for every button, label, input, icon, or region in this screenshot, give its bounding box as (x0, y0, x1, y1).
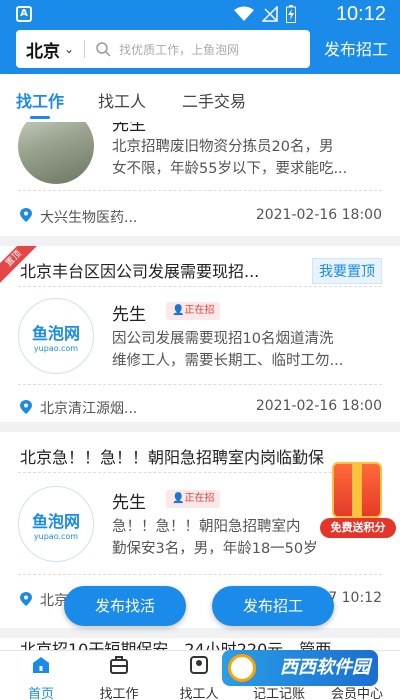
system-icons (234, 5, 296, 23)
job-title: 北京丰台区因公司发展需要现招... (20, 262, 260, 281)
wifi-icon (234, 6, 254, 21)
post-recruit-fab-button[interactable]: 发布招工 (212, 586, 334, 626)
post-recruit-button[interactable]: 发布招工 (324, 36, 388, 60)
location-pin-icon (20, 592, 32, 606)
gift-label: 免费送积分 (320, 518, 396, 538)
poster-name: 先生 (112, 493, 146, 513)
clock: 10:12 (335, 3, 386, 25)
status-badge: 👤正在招 (166, 302, 221, 320)
post-date: 2021-02-16 18:00 (255, 398, 382, 414)
status-badge: 👤正在招 (166, 490, 221, 508)
divider (18, 286, 382, 287)
briefcase-icon (110, 656, 128, 674)
job-card-pinned[interactable]: 置顶 北京丰台区因公司发展需要现招... 我要置顶 鱼泡网 yupao.com … (0, 246, 400, 422)
tab-find-worker[interactable]: 找工人 (98, 88, 146, 112)
worker-icon (190, 656, 208, 674)
chevron-down-icon[interactable]: ⌄ (64, 42, 74, 56)
no-signal-icon (262, 6, 278, 22)
poster-name: 先生 (112, 122, 146, 135)
person-icon: 👤 (172, 493, 185, 504)
watermark-logo-icon (228, 654, 256, 682)
avatar (18, 122, 94, 184)
job-location: 大兴生物医药... (40, 210, 138, 226)
site-watermark: 西西软件园 (222, 650, 378, 686)
search-input[interactable]: 找优质工作，上鱼泡网 (119, 41, 239, 58)
job-card[interactable]: 先生 北京招聘废旧物资分拣员20名，男 女不限，年龄55岁以下，要求能吃... … (0, 122, 400, 236)
job-card[interactable]: 北京招10干短期保安，24小时220元，管两 (0, 638, 400, 650)
status-bar: A 10:12 (0, 0, 400, 30)
company-logo: 鱼泡网 yupao.com (18, 298, 94, 374)
search-icon (96, 42, 111, 57)
nav-home[interactable]: 首页 (6, 651, 76, 700)
divider (18, 190, 382, 191)
tab-find-job[interactable]: 找工作 (16, 88, 64, 112)
pin-to-top-button[interactable]: 我要置顶 (312, 258, 382, 284)
poster-name: 先生 (112, 305, 146, 325)
job-description: 因公司发展需要现招10名烟道清洗 维修工人，需要长期工、临时工勿... (112, 331, 344, 369)
free-points-gift-button[interactable]: 免费送积分 (318, 458, 398, 542)
job-feed[interactable]: 先生 北京招聘废旧物资分拣员20名，男 女不限，年龄55岁以下，要求能吃... … (0, 122, 400, 650)
job-description: 北京招聘废旧物资分拣员20名，男 女不限，年龄55岁以下，要求能吃... (112, 139, 348, 177)
active-tab-indicator (30, 116, 50, 119)
gift-ribbon (352, 462, 362, 518)
battery-charging-icon (286, 5, 296, 23)
person-icon: 👤 (172, 305, 185, 316)
app-notification-icon: A (16, 6, 32, 22)
company-logo: 鱼泡网 yupao.com (18, 486, 94, 562)
job-location: 北京清江源烟... (40, 401, 138, 417)
location-pin-icon (20, 208, 32, 222)
nav-find-job[interactable]: 找工作 (84, 651, 154, 700)
job-title: 北京招10干短期保安，24小时220元，管两 (20, 640, 332, 650)
divider (18, 574, 382, 575)
location-pin-icon (20, 400, 32, 414)
search-bar: 北京 ⌄ 找优质工作，上鱼泡网 (16, 30, 310, 68)
job-description: 急！！急！！朝阳急招聘室内 勤保安3名，男，年龄18一50岁以... (112, 519, 318, 557)
post-date: 2021-02-16 18:00 (255, 207, 382, 223)
tab-second-hand[interactable]: 二手交易 (182, 88, 246, 112)
header: 北京 ⌄ 找优质工作，上鱼泡网 发布招工 (0, 30, 400, 74)
divider (84, 40, 86, 58)
post-job-seeking-button[interactable]: 发布找活 (64, 586, 186, 626)
category-tabs: 找工作 找工人 二手交易 (0, 74, 400, 122)
home-icon (33, 657, 49, 673)
divider (18, 384, 382, 385)
post-date: 7 10:12 (328, 590, 382, 606)
city-selector[interactable]: 北京 (26, 37, 60, 62)
